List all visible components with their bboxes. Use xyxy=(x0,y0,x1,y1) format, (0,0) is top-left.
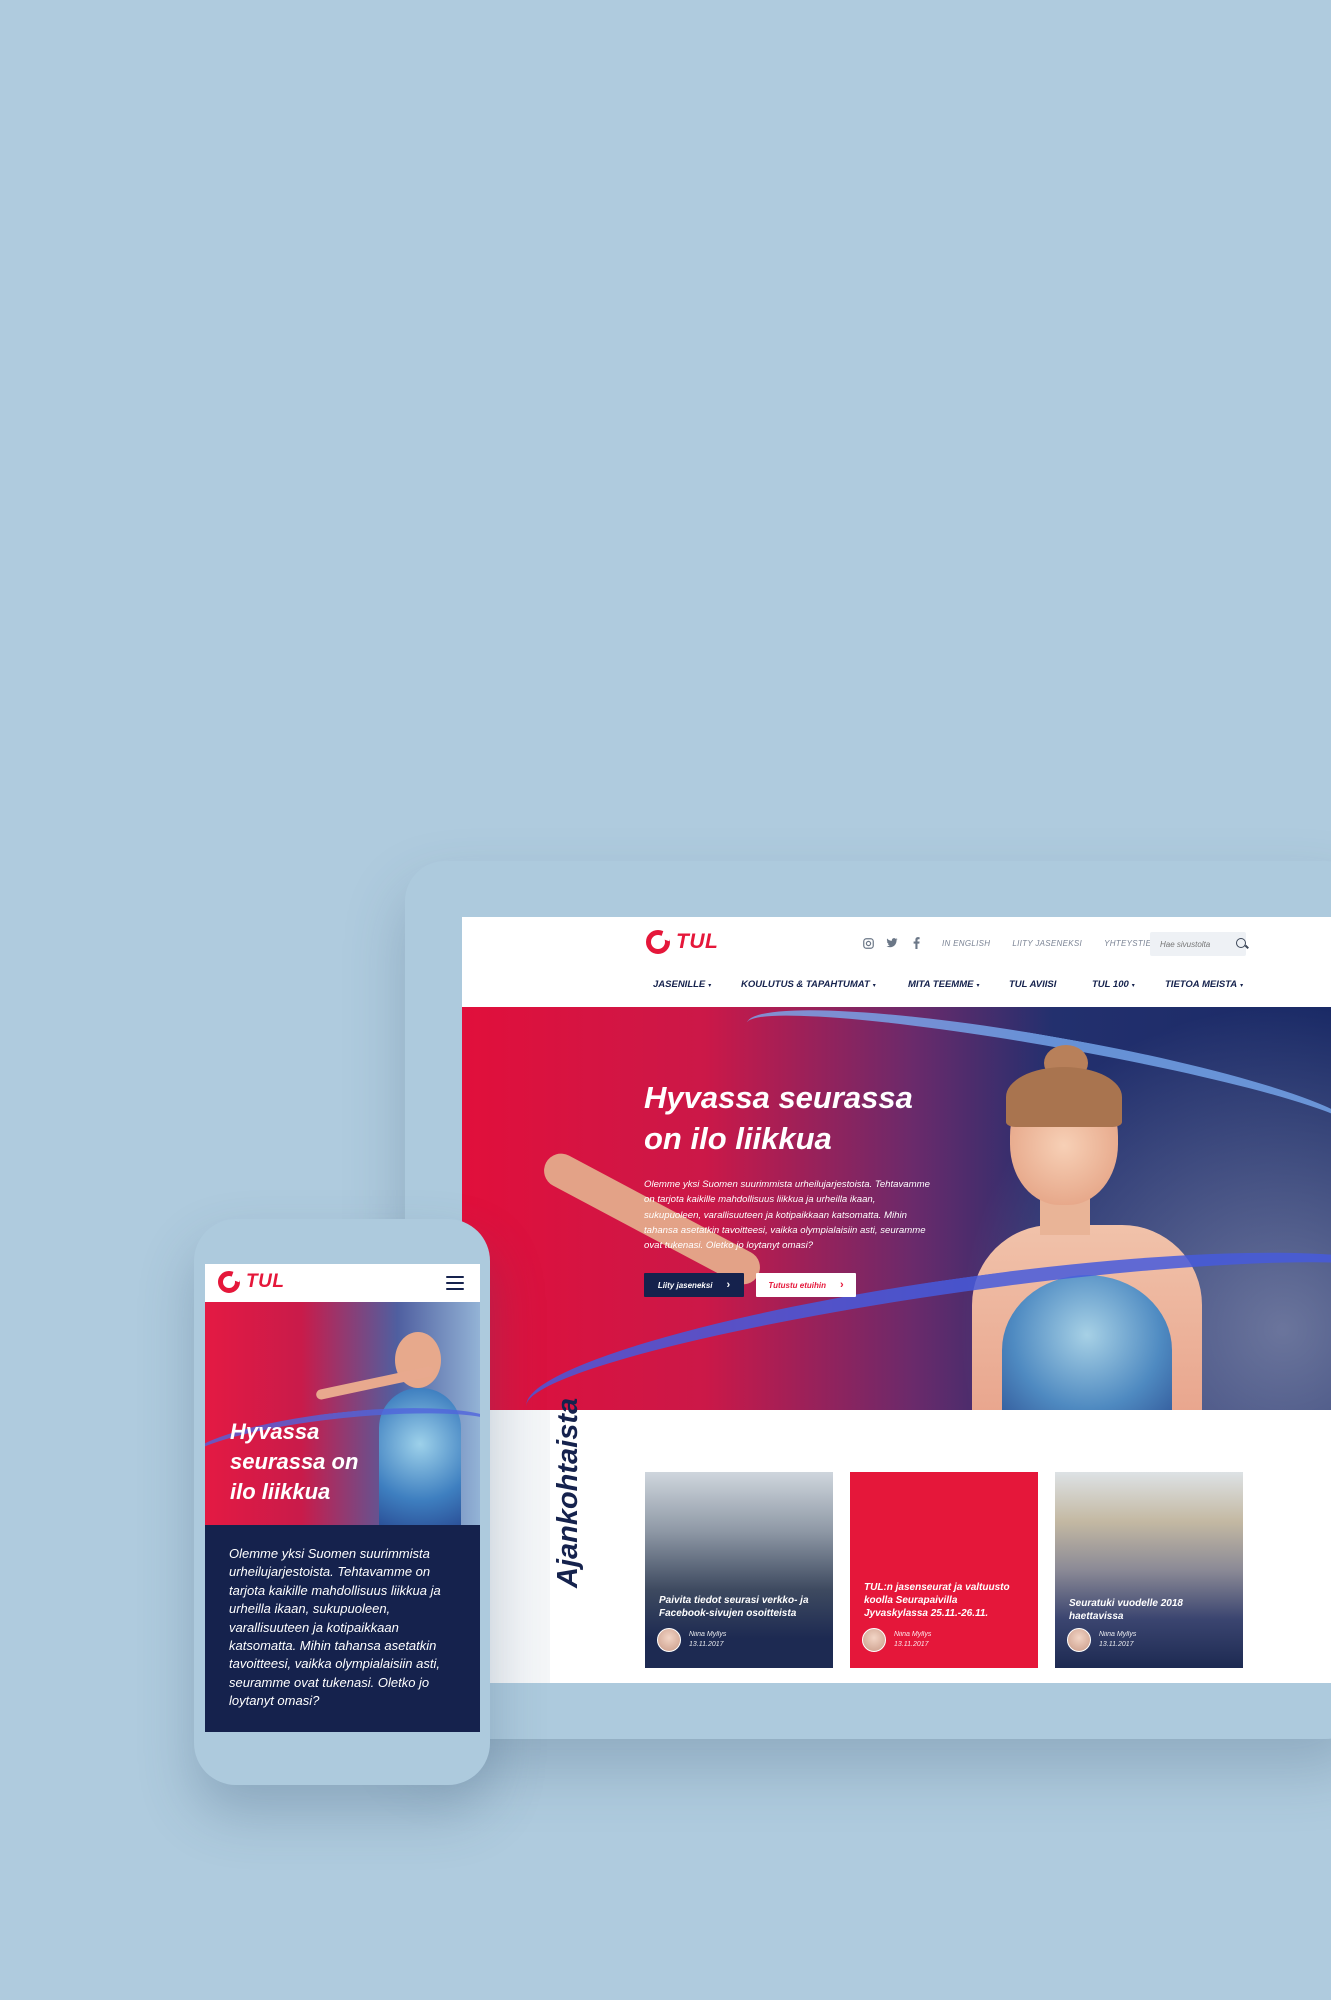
menu-bar xyxy=(446,1282,464,1284)
nav-item-tietoa-meista[interactable]: TIETOA MEISTA ▾ xyxy=(1165,979,1243,990)
gymnast-hair xyxy=(1006,1067,1122,1127)
mobile-screen: TUL Hyvassa seurassa on ilo liikkua Olem… xyxy=(205,1264,480,1732)
utility-links: IN ENGLISH LIITY JASENEKSI YHTEYSTIEDOT xyxy=(942,939,1169,948)
news-card-author: Niina Myllys 13.11.2017 xyxy=(657,1628,726,1652)
news-card-author: Niina Myllys 13.11.2017 xyxy=(1067,1628,1136,1652)
news-section: Ajankohtaista Paivita tiedot seurasi ver… xyxy=(462,1398,1331,1683)
news-card[interactable]: Seuratuki vuodelle 2018 haettavissa Niin… xyxy=(1055,1472,1243,1668)
explore-benefits-button[interactable]: Tutustu etuihin › xyxy=(756,1273,856,1298)
menu-bar xyxy=(446,1288,464,1290)
social-links xyxy=(862,937,922,949)
post-date: 13.11.2017 xyxy=(894,1641,929,1648)
tul-logo-icon xyxy=(646,930,670,954)
search-input[interactable] xyxy=(1158,938,1230,950)
mobile-intro: Olemme yksi Suomen suurimmista urheiluja… xyxy=(205,1525,480,1732)
chevron-down-icon: ▾ xyxy=(708,983,712,989)
news-card-meta: Niina Myllys 13.11.2017 xyxy=(689,1630,726,1650)
button-label: Tutustu etuihin xyxy=(768,1280,826,1290)
tul-logo[interactable]: TUL xyxy=(646,930,718,954)
mobile-intro-text: Olemme yksi Suomen suurimmista urheiluja… xyxy=(229,1546,441,1709)
hero-content: Hyvassa seurassa on ilo liikkua Olemme y… xyxy=(644,1077,974,1298)
news-card[interactable]: TUL:n jasenseurat ja valtuusto koolla Se… xyxy=(850,1472,1038,1668)
desktop-screen: TUL IN ENGLISH LIITY JASENEKSI YHTEYSTIE… xyxy=(462,917,1331,1683)
tul-logo-text: TUL xyxy=(246,1271,285,1292)
nav-label: TUL 100 xyxy=(1092,979,1129,990)
post-date: 13.11.2017 xyxy=(1099,1641,1134,1648)
mobile-hero-title: Hyvassa seurassa on ilo liikkua xyxy=(230,1419,359,1504)
hero-buttons: Liity jaseneksi › Tutustu etuihin › xyxy=(644,1273,974,1298)
news-card-author: Niina Myllys 13.11.2017 xyxy=(862,1628,931,1652)
tul-logo-icon xyxy=(218,1271,240,1293)
chevron-right-icon: › xyxy=(726,1279,731,1292)
tul-logo[interactable]: TUL xyxy=(218,1271,284,1293)
nav-item-tul-aviisi[interactable]: TUL AVIISI xyxy=(1009,979,1056,990)
nav-label: TIETOA MEISTA xyxy=(1165,979,1238,990)
join-member-button[interactable]: Liity jaseneksi › xyxy=(644,1273,744,1298)
link-join-member[interactable]: LIITY JASENEKSI xyxy=(1012,939,1082,948)
news-card-meta: Niina Myllys 13.11.2017 xyxy=(894,1630,931,1650)
avatar xyxy=(1067,1628,1091,1652)
nav-label: TUL AVIISI xyxy=(1009,979,1057,990)
chevron-down-icon: ▾ xyxy=(976,983,980,989)
post-date: 13.11.2017 xyxy=(689,1641,724,1648)
news-section-title: Ajankohtaista xyxy=(552,1397,584,1588)
news-card-title: Seuratuki vuodelle 2018 haettavissa xyxy=(1069,1598,1183,1622)
author-name: Niina Myllys xyxy=(689,1631,727,1638)
hero-description: Olemme yksi Suomen suurimmista urheiluja… xyxy=(644,1179,930,1252)
hamburger-menu-icon[interactable] xyxy=(446,1276,464,1290)
news-card-title: TUL:n jasenseurat ja valtuusto koolla Se… xyxy=(864,1582,1010,1619)
hero-title-line: Hyvassa seurassa xyxy=(644,1080,913,1115)
mobile-header: TUL xyxy=(205,1264,480,1302)
instagram-icon[interactable] xyxy=(862,937,874,949)
chevron-down-icon: ▾ xyxy=(872,983,876,989)
search-icon[interactable] xyxy=(1236,938,1246,950)
author-name: Niina Myllys xyxy=(894,1631,932,1638)
nav-label: KOULUTUS & TAPAHTUMAT xyxy=(741,979,870,990)
chevron-down-icon: ▾ xyxy=(1131,983,1135,989)
facebook-icon[interactable] xyxy=(910,937,922,949)
author-name: Niina Myllys xyxy=(1099,1631,1137,1638)
twitter-icon[interactable] xyxy=(886,937,898,949)
hero-banner: Hyvassa seurassa on ilo liikkua Olemme y… xyxy=(462,1007,1331,1410)
hero-title-line: on ilo liikkua xyxy=(644,1121,832,1156)
news-card-title: Paivita tiedot seurasi verkko- ja Facebo… xyxy=(659,1595,809,1619)
button-label: Liity jaseneksi xyxy=(657,1280,713,1290)
news-card[interactable]: Paivita tiedot seurasi verkko- ja Facebo… xyxy=(645,1472,833,1668)
search-box xyxy=(1150,932,1246,956)
news-card-meta: Niina Myllys 13.11.2017 xyxy=(1099,1630,1136,1650)
avatar xyxy=(862,1628,886,1652)
link-in-english[interactable]: IN ENGLISH xyxy=(942,939,990,948)
menu-bar xyxy=(446,1276,464,1278)
hero-title: Hyvassa seurassa on ilo liikkua xyxy=(644,1077,974,1159)
nav-item-jasenille[interactable]: JASENILLE ▾ xyxy=(653,979,711,990)
nav-label: MITA TEEMME xyxy=(908,979,974,990)
mobile-hero: Hyvassa seurassa on ilo liikkua xyxy=(205,1302,480,1525)
avatar xyxy=(657,1628,681,1652)
nav-item-koulutus[interactable]: KOULUTUS & TAPAHTUMAT ▾ xyxy=(741,979,876,990)
desktop-header: TUL IN ENGLISH LIITY JASENEKSI YHTEYSTIE… xyxy=(462,917,1331,1007)
nav-label: JASENILLE xyxy=(653,979,706,990)
nav-item-tul-100[interactable]: TUL 100 ▾ xyxy=(1092,979,1135,990)
tul-logo-text: TUL xyxy=(676,930,719,953)
chevron-right-icon: › xyxy=(839,1279,844,1292)
nav-item-mita-teemme[interactable]: MITA TEEMME ▾ xyxy=(908,979,979,990)
main-nav: JASENILLE ▾ KOULUTUS & TAPAHTUMAT ▾ MITA T… xyxy=(462,979,1331,995)
chevron-down-icon: ▾ xyxy=(1240,983,1244,989)
